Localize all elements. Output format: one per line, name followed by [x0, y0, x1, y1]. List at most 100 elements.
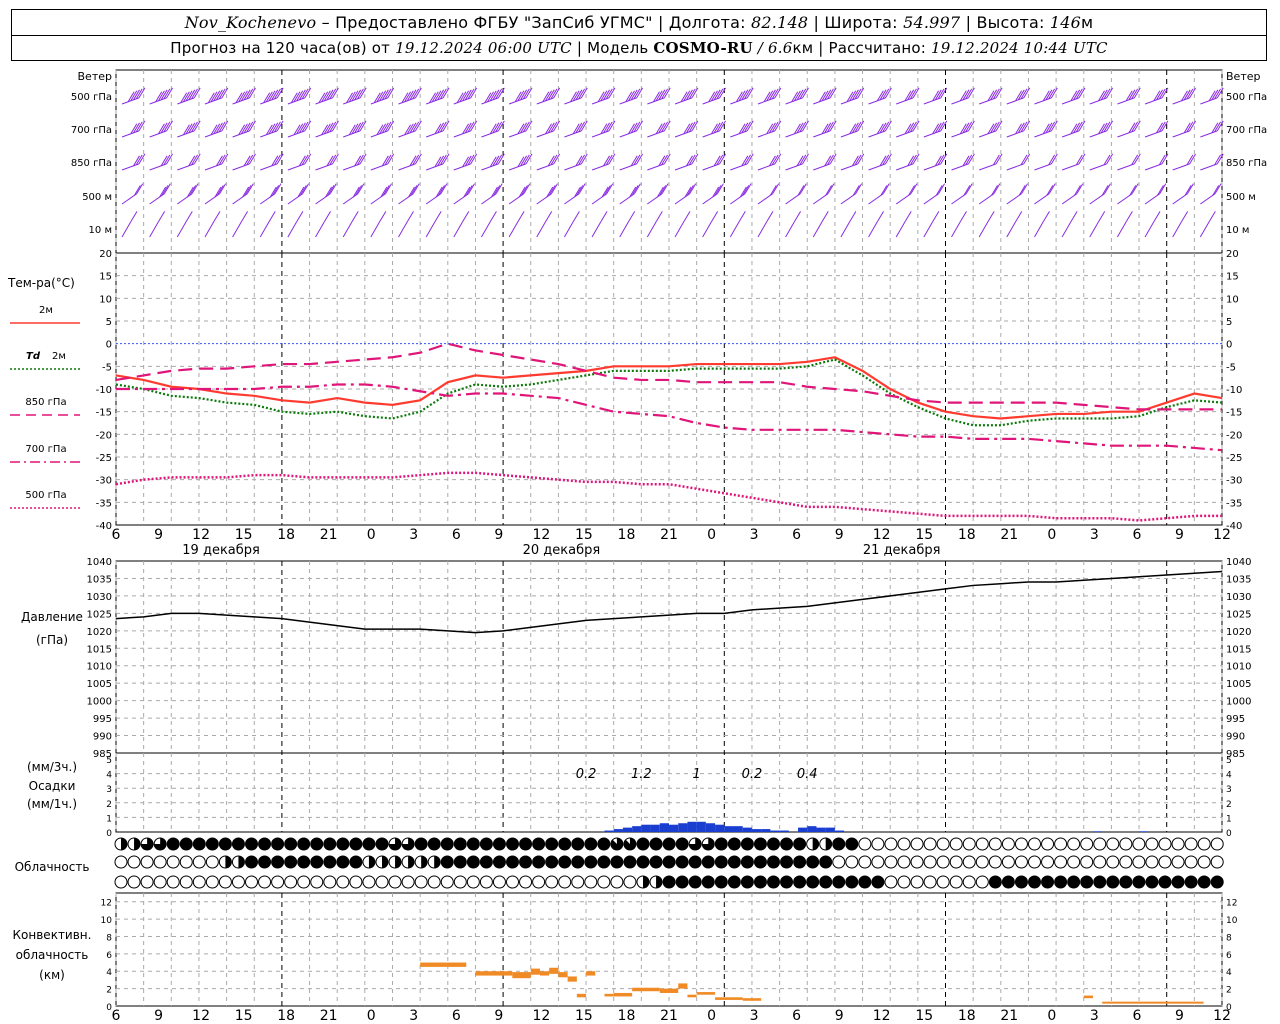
hour-tick-label: 18	[958, 527, 976, 543]
cloud-symbol	[349, 837, 363, 851]
hour-tick-label: 0	[707, 527, 716, 543]
cloud-symbol	[910, 875, 924, 889]
conv-cloud-bar	[687, 994, 697, 998]
hour-tick-label: 9	[154, 527, 163, 543]
cloud-symbol	[858, 855, 872, 869]
cloud-symbol	[1028, 855, 1041, 869]
wind-barb-feather	[244, 185, 252, 196]
wind-barb-feather	[965, 183, 973, 194]
cloud-symbol	[1132, 875, 1146, 889]
wind-barb-feather	[191, 183, 199, 194]
wind-barb-feather	[827, 183, 835, 194]
cloud-symbol	[936, 837, 950, 851]
wind-barb-feather	[490, 211, 497, 222]
cloud-symbol	[1158, 875, 1172, 889]
conv-cloud-bar	[512, 972, 531, 979]
cloud-symbol	[1132, 855, 1146, 869]
pressure-y-tick-right: 1030	[1226, 592, 1251, 603]
precip-bar	[632, 826, 642, 832]
hour-tick-label: 9	[1175, 527, 1184, 543]
cloud-symbol	[388, 875, 402, 889]
precip-bar	[761, 829, 771, 832]
hour-tick-label: 18	[618, 527, 636, 543]
cloud-symbol	[793, 855, 807, 869]
hour-tick-label: 0	[1047, 1008, 1056, 1024]
cloud-symbol	[532, 875, 546, 889]
cloud-symbol	[1171, 875, 1185, 889]
cloud-symbol	[832, 855, 846, 869]
conv-cloud-bar	[659, 988, 679, 993]
cloud-symbol	[975, 855, 989, 869]
cloud-symbol	[701, 855, 715, 869]
cloud-symbol	[179, 875, 193, 889]
wind-barb-feather	[960, 211, 967, 222]
cloud-symbol	[466, 855, 480, 869]
wind-barb-feather	[246, 183, 254, 194]
wind-barb-feather	[385, 183, 393, 194]
cloud-symbol-fill	[434, 856, 441, 868]
precip-y-tick: 5	[106, 756, 112, 766]
precip-bar	[724, 826, 734, 832]
cloud-symbol	[479, 855, 493, 869]
hour-tick-label: 15	[235, 527, 253, 543]
precip-y-tick-right: 2	[1226, 800, 1232, 810]
precip-title: Осадки	[29, 779, 76, 793]
wind-barb-feather	[714, 185, 722, 196]
wind-barb-shaft	[951, 221, 961, 238]
cloud-symbol	[740, 855, 754, 869]
cloud-symbol	[153, 855, 167, 869]
precip-y-tick: 2	[106, 800, 112, 810]
precip-total-label: 1	[693, 767, 701, 782]
cloud-symbol	[675, 837, 689, 851]
wind-barb-feather	[241, 211, 249, 222]
wind-barb-feather	[993, 183, 1001, 194]
cloud-symbol	[767, 855, 780, 869]
cloud-symbol-fill	[656, 876, 663, 888]
pressure-y-tick-right: 990	[1226, 732, 1245, 743]
cloud-symbol	[780, 855, 794, 869]
precip-bar	[807, 826, 817, 832]
cloud-symbol	[466, 875, 480, 889]
conv-y-tick-right: 4	[1226, 968, 1232, 978]
hour-tick-label: 0	[1047, 527, 1056, 543]
conv-y-tick-right: 12	[1226, 899, 1237, 909]
pressure-y-tick: 1020	[87, 627, 112, 638]
wind-level-label: 850 гПа	[71, 158, 112, 169]
temp-y-tick-right: -20	[1226, 430, 1242, 441]
cloud-symbol	[349, 855, 363, 869]
wind-barbs	[121, 87, 1224, 238]
precip-bar	[779, 830, 789, 832]
wind-barb-feather	[521, 185, 528, 196]
precip-y-tick-right: 3	[1226, 785, 1232, 795]
cloud-symbol	[597, 837, 611, 851]
cloud-symbol	[701, 875, 715, 889]
cloud-symbol	[962, 875, 976, 889]
conv-y-tick-right: 8	[1226, 933, 1232, 943]
wind-barb-feather	[1212, 185, 1220, 196]
cloud-symbol	[988, 875, 1002, 889]
temp-y-tick-right: -10	[1226, 385, 1242, 396]
temp-y-tick-right: -25	[1226, 453, 1242, 464]
wind-barb-shaft	[204, 221, 215, 238]
wind-barb-feather	[576, 185, 584, 196]
cloud-symbol	[740, 837, 754, 851]
pressure-y-tick: 1010	[87, 662, 112, 673]
cloud-symbol	[832, 837, 846, 851]
cloud-symbol	[1184, 837, 1198, 851]
wind-level-label-right: 850 гПа	[1226, 158, 1267, 169]
conv-cloud-bar	[632, 987, 660, 992]
hour-tick-label: 18	[958, 1008, 976, 1024]
cloud-symbol	[753, 837, 767, 851]
cloud-symbol	[714, 855, 728, 869]
cloud-symbol	[819, 855, 833, 869]
cloud-symbol	[1145, 875, 1159, 889]
wind-barb-feather	[908, 185, 916, 196]
cloud-symbol	[584, 837, 598, 851]
wind-barb-feather	[1104, 183, 1111, 194]
wind-barb-feather	[1208, 211, 1216, 222]
cloud-symbol	[1210, 875, 1224, 889]
cloud-symbol	[975, 837, 989, 851]
cloud-symbol	[271, 855, 285, 869]
cloud-symbol	[558, 855, 572, 869]
wind-barb-shaft	[1006, 221, 1017, 238]
